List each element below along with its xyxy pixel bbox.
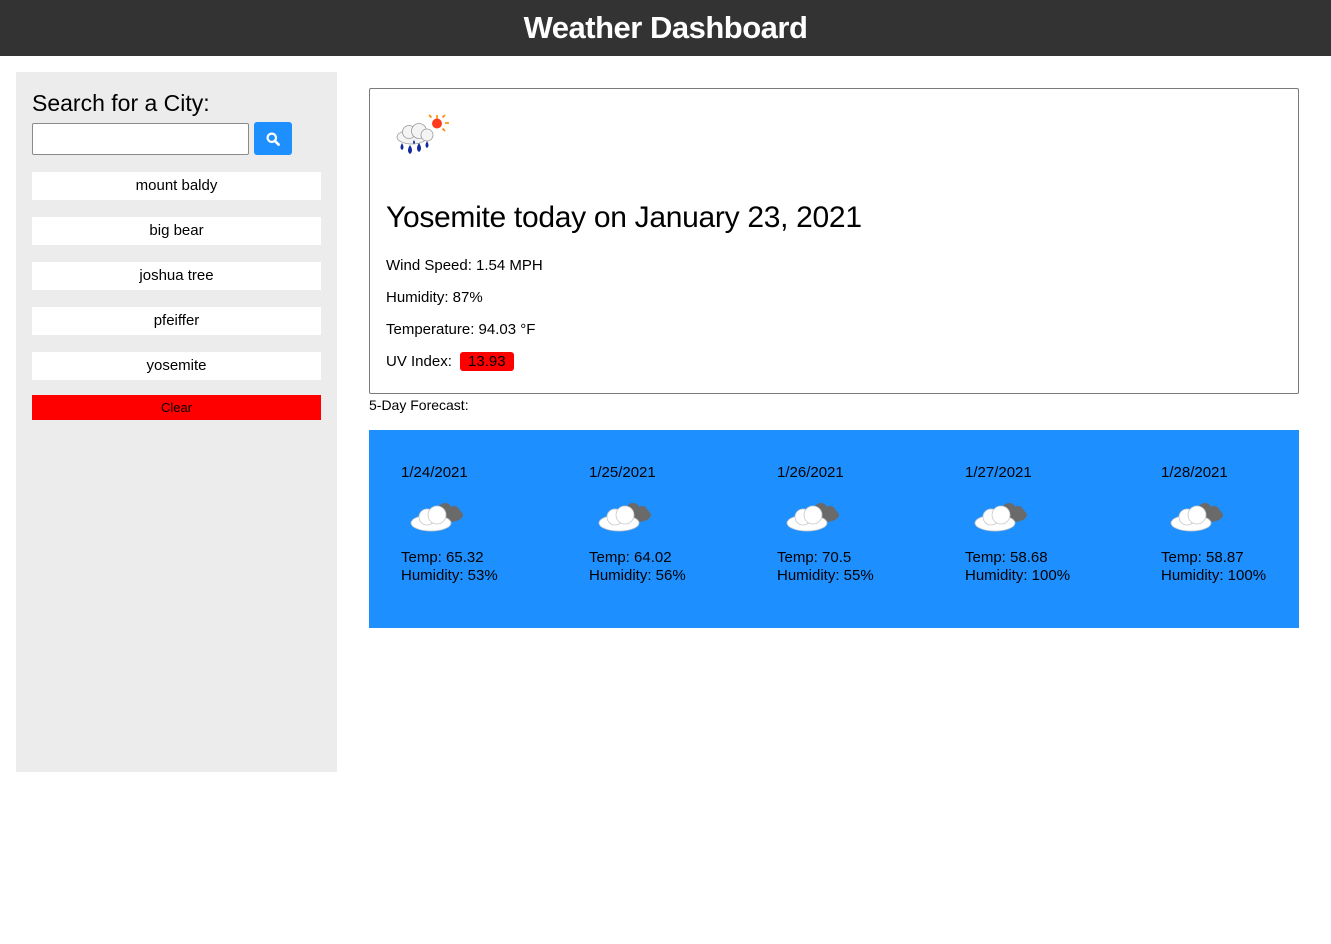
forecast-date: 1/27/2021 [965,464,1032,481]
humidity: Humidity: 87% [386,289,483,306]
forecast-day: 1/28/2021 Temp: 58.87 Humidity: 100% [1161,464,1301,584]
uv-index-badge: 13.93 [460,352,514,371]
cloudy-icon [598,503,651,532]
forecast-humidity: Humidity: 100% [965,567,1071,584]
uv-index: UV Index: 13.93 [386,352,514,371]
five-day-forecast: 1/24/2021 Temp: 65.32 Humidity: 53% 1/25… [369,430,1299,628]
forecast-label: 5-Day Forecast: [369,397,469,413]
search-button[interactable] [254,122,292,155]
forecast-day: 1/26/2021 Temp: 70.5 Humidity: 55% [777,464,917,584]
history-item-big-bear[interactable]: big bear [32,217,321,245]
app-header: Weather Dashboard [0,0,1331,56]
forecast-humidity: Humidity: 100% [1161,567,1267,584]
page-title: Weather Dashboard [523,10,808,45]
cloudy-icon [1170,503,1223,532]
history-item-mount-baldy[interactable]: mount baldy [32,172,321,200]
clear-history-button[interactable]: Clear [32,395,321,420]
cloudy-icon [410,503,463,532]
forecast-humidity: Humidity: 53% [401,567,498,584]
search-icon [266,132,280,146]
forecast-date: 1/24/2021 [401,464,468,481]
search-sidebar: Search for a City: mount baldy big bear … [16,72,337,772]
forecast-date: 1/28/2021 [1161,464,1228,481]
forecast-humidity: Humidity: 55% [777,567,874,584]
current-city-title: Yosemite today on January 23, 2021 [386,201,862,234]
forecast-temp: Temp: 70.5 [777,549,852,566]
history-item-joshua-tree[interactable]: joshua tree [32,262,321,290]
wind-speed: Wind Speed: 1.54 MPH [386,257,543,274]
forecast-day: 1/25/2021 Temp: 64.02 Humidity: 56% [589,464,729,584]
forecast-day: 1/27/2021 Temp: 58.68 Humidity: 100% [965,464,1105,584]
forecast-day: 1/24/2021 Temp: 65.32 Humidity: 53% [401,464,541,584]
forecast-humidity: Humidity: 56% [589,567,686,584]
forecast-date: 1/25/2021 [589,464,656,481]
rain-sun-icon [396,114,449,154]
temperature: Temperature: 94.03 °F [386,321,536,338]
current-weather-card: Yosemite today on January 23, 2021 Wind … [369,88,1299,394]
forecast-temp: Temp: 64.02 [589,549,672,566]
search-history: mount baldy big bear joshua tree pfeiffe… [32,172,321,397]
forecast-temp: Temp: 65.32 [401,549,484,566]
history-item-yosemite[interactable]: yosemite [32,352,321,380]
search-title: Search for a City: [32,90,210,116]
forecast-temp: Temp: 58.87 [1161,549,1244,566]
uv-index-label: UV Index: [386,353,452,370]
cloudy-icon [786,503,839,532]
history-item-pfeiffer[interactable]: pfeiffer [32,307,321,335]
forecast-temp: Temp: 58.68 [965,549,1048,566]
city-search-input[interactable] [32,123,249,155]
forecast-date: 1/26/2021 [777,464,844,481]
cloudy-icon [974,503,1027,532]
